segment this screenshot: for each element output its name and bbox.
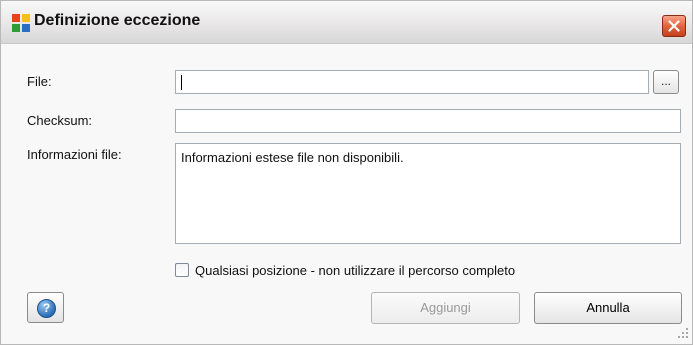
file-info-label: Informazioni file: xyxy=(27,147,122,162)
file-info-text: Informazioni estese file non disponibili… xyxy=(181,150,404,165)
close-button[interactable] xyxy=(662,15,686,37)
help-icon: ? xyxy=(37,299,56,318)
text-caret xyxy=(181,75,182,90)
help-button[interactable]: ? xyxy=(27,292,64,323)
file-label: File: xyxy=(27,74,52,89)
title-bar[interactable]: Definizione eccezione xyxy=(1,1,692,44)
browse-button[interactable]: ... xyxy=(653,70,679,94)
close-icon xyxy=(668,20,680,32)
add-button[interactable]: Aggiungi xyxy=(371,292,520,324)
any-location-checkbox[interactable] xyxy=(175,263,189,277)
any-location-checkbox-label[interactable]: Qualsiasi posizione - non utilizzare il … xyxy=(195,263,515,278)
avg-logo-icon xyxy=(12,14,30,32)
resize-grip-icon[interactable] xyxy=(677,327,689,339)
window-title: Definizione eccezione xyxy=(34,12,201,29)
cancel-button[interactable]: Annulla xyxy=(534,292,682,324)
checksum-label: Checksum: xyxy=(27,113,93,128)
file-info-textarea[interactable]: Informazioni estese file non disponibili… xyxy=(175,143,681,244)
file-path-input[interactable] xyxy=(175,70,649,94)
checksum-input[interactable] xyxy=(175,109,681,133)
exception-dialog: Definizione eccezione File: ... Checksum… xyxy=(0,0,693,345)
